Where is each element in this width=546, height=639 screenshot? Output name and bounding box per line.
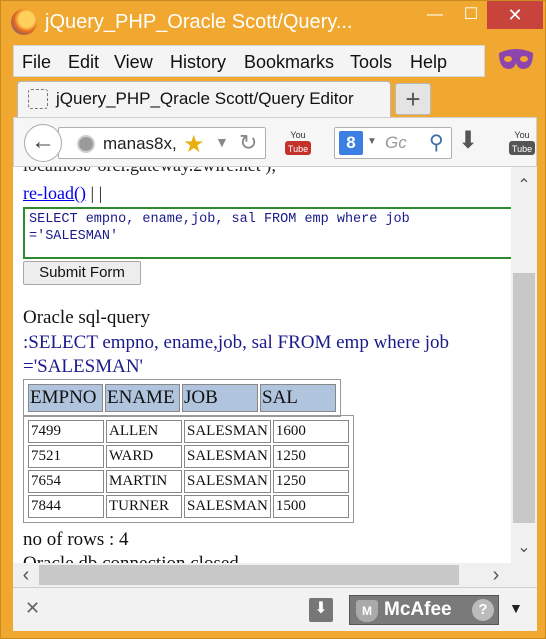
bookmark-star-icon[interactable]: ★ [183,130,205,159]
column-header-ename: ENAME [105,384,180,412]
mcafee-button[interactable]: M McAfee ? [349,595,499,625]
scroll-up-icon[interactable]: ⌃ [511,175,537,195]
youtube-icon-2[interactable]: You Tube [508,128,536,156]
cell-empno: 7654 [28,470,104,493]
table-row: 7654 MARTIN SALESMAN 1250 [28,470,349,493]
search-engine-icon[interactable]: 8 [339,131,363,155]
download-status-icon[interactable]: ⬇ [309,598,333,622]
firefox-logo-icon[interactable] [11,9,37,35]
page-content: localhost/ orcl.gateway.2wire.net ); re-… [13,167,511,563]
youtube-tube-text: Tube [512,144,532,154]
cell-ename: WARD [106,445,182,468]
menu-view[interactable]: View [114,52,153,73]
clipped-footer-text: Oracle db connection closed [23,553,239,563]
cell-sal: 1600 [272,420,349,443]
horizontal-scroll-thumb[interactable] [39,565,459,585]
menu-help[interactable]: Help [410,52,447,73]
vertical-scroll-thumb[interactable] [513,273,535,523]
mcafee-label: McAfee [384,599,452,620]
search-icon[interactable]: ⚲ [429,130,444,155]
result-data-table: 7499 ALLEN SALESMAN 1600 7521 WARD SALES… [23,415,354,523]
youtube-you-text: You [290,130,305,140]
globe-icon[interactable] [77,135,95,153]
column-header-job: JOB [182,384,258,412]
menu-edit[interactable]: Edit [68,52,99,73]
scroll-right-icon[interactable]: › [483,564,509,587]
menu-file[interactable]: File [22,52,51,73]
help-icon[interactable]: ? [472,599,494,621]
search-placeholder[interactable]: Gc [385,133,407,153]
close-addon-bar-icon[interactable]: ✕ [25,598,40,619]
row-count-text: no of rows : 4 [23,529,129,550]
oracle-query-label: Oracle sql-query [23,307,151,328]
cell-job: SALESMAN [184,445,271,468]
cell-empno: 7499 [28,420,104,443]
window-title: jQuery_PHP_Oracle Scott/Query... [45,11,353,33]
private-mask-icon[interactable] [497,47,535,73]
downloads-icon[interactable]: ⬇ [458,126,478,155]
reload-icon[interactable]: ↻ [239,130,257,156]
search-bar[interactable]: 8 ▼ Gc ⚲ [334,127,452,159]
scroll-left-icon[interactable]: ‹ [13,564,39,587]
url-bar[interactable]: manas8x, ★ ▼ ↻ [58,127,266,159]
table-row: 7521 WARD SALESMAN 1250 [28,445,349,468]
vertical-scrollbar[interactable]: ⌃ ⌄ [511,167,537,563]
maximize-button[interactable]: ☐ [455,1,487,29]
new-tab-button[interactable]: + [395,83,431,115]
back-button[interactable]: ← [24,124,62,162]
menu-history[interactable]: History [170,52,226,73]
horizontal-scrollbar[interactable]: ‹ › [13,563,511,587]
reload-link[interactable]: re-load() [23,183,86,203]
cell-sal: 1250 [272,445,349,468]
navigation-toolbar: manas8x, ★ ▼ ↻ ← You Tube 8 ▼ Gc ⚲ ⬇ You… [13,117,537,167]
cell-job: SALESMAN [184,420,271,443]
reload-separator: | | [85,183,103,203]
column-header-empno: EMPNO [28,384,103,412]
cell-sal: 1250 [272,470,349,493]
page-favicon-icon [28,89,48,109]
close-window-button[interactable]: ✕ [487,1,543,29]
youtube-icon[interactable]: You Tube [284,128,312,156]
browser-window: jQuery_PHP_Oracle Scott/Query... — ☐ ✕ F… [0,0,546,639]
cell-sal: 1500 [272,495,349,518]
search-engine-dropdown-icon[interactable]: ▼ [367,136,377,147]
addon-bar: ✕ ⬇ M McAfee ? ▼ [13,587,537,631]
url-text[interactable]: manas8x, [103,134,181,154]
table-row: 7844 TURNER SALESMAN 1500 [28,495,349,518]
cell-empno: 7844 [28,495,104,518]
youtube-tube-text: Tube [288,144,308,154]
column-header-sal: SAL [260,384,336,412]
result-header-table: EMPNO ENAME JOB SAL [23,379,341,417]
cell-job: SALESMAN [184,495,271,518]
addon-menu-dropdown-icon[interactable]: ▼ [509,600,523,616]
tab-query-editor[interactable]: jQuery_PHP_Qracle Scott/Query Editor [17,81,391,117]
submit-form-button[interactable]: Submit Form [23,261,141,285]
url-history-dropdown-icon[interactable]: ▼ [215,134,229,150]
query-echo-text: :SELECT empno, ename,job, sal FROM emp w… [23,332,450,377]
reload-line: re-load() | | [23,183,102,204]
cell-empno: 7521 [28,445,104,468]
clipped-header-text: localhost/ orcl.gateway.2wire.net ); [23,167,276,176]
mcafee-shield-icon: M [356,600,378,622]
menu-bar: File Edit View History Bookmarks Tools H… [13,45,485,77]
scroll-down-icon[interactable]: ⌄ [511,537,537,557]
menu-tools[interactable]: Tools [350,52,392,73]
tab-title: jQuery_PHP_Qracle Scott/Query Editor [56,89,354,108]
menu-bookmarks[interactable]: Bookmarks [244,52,334,73]
cell-ename: TURNER [106,495,182,518]
cell-ename: MARTIN [106,470,182,493]
table-row: 7499 ALLEN SALESMAN 1600 [28,420,349,443]
cell-job: SALESMAN [184,470,271,493]
sql-query-textarea[interactable]: SELECT empno, ename,job, sal FROM emp wh… [23,207,511,259]
scrollbar-corner [511,563,537,587]
cell-ename: ALLEN [106,420,182,443]
minimize-button[interactable]: — [415,1,455,29]
youtube-you-text: You [514,130,529,140]
title-bar: jQuery_PHP_Oracle Scott/Query... — ☐ ✕ [1,1,546,45]
